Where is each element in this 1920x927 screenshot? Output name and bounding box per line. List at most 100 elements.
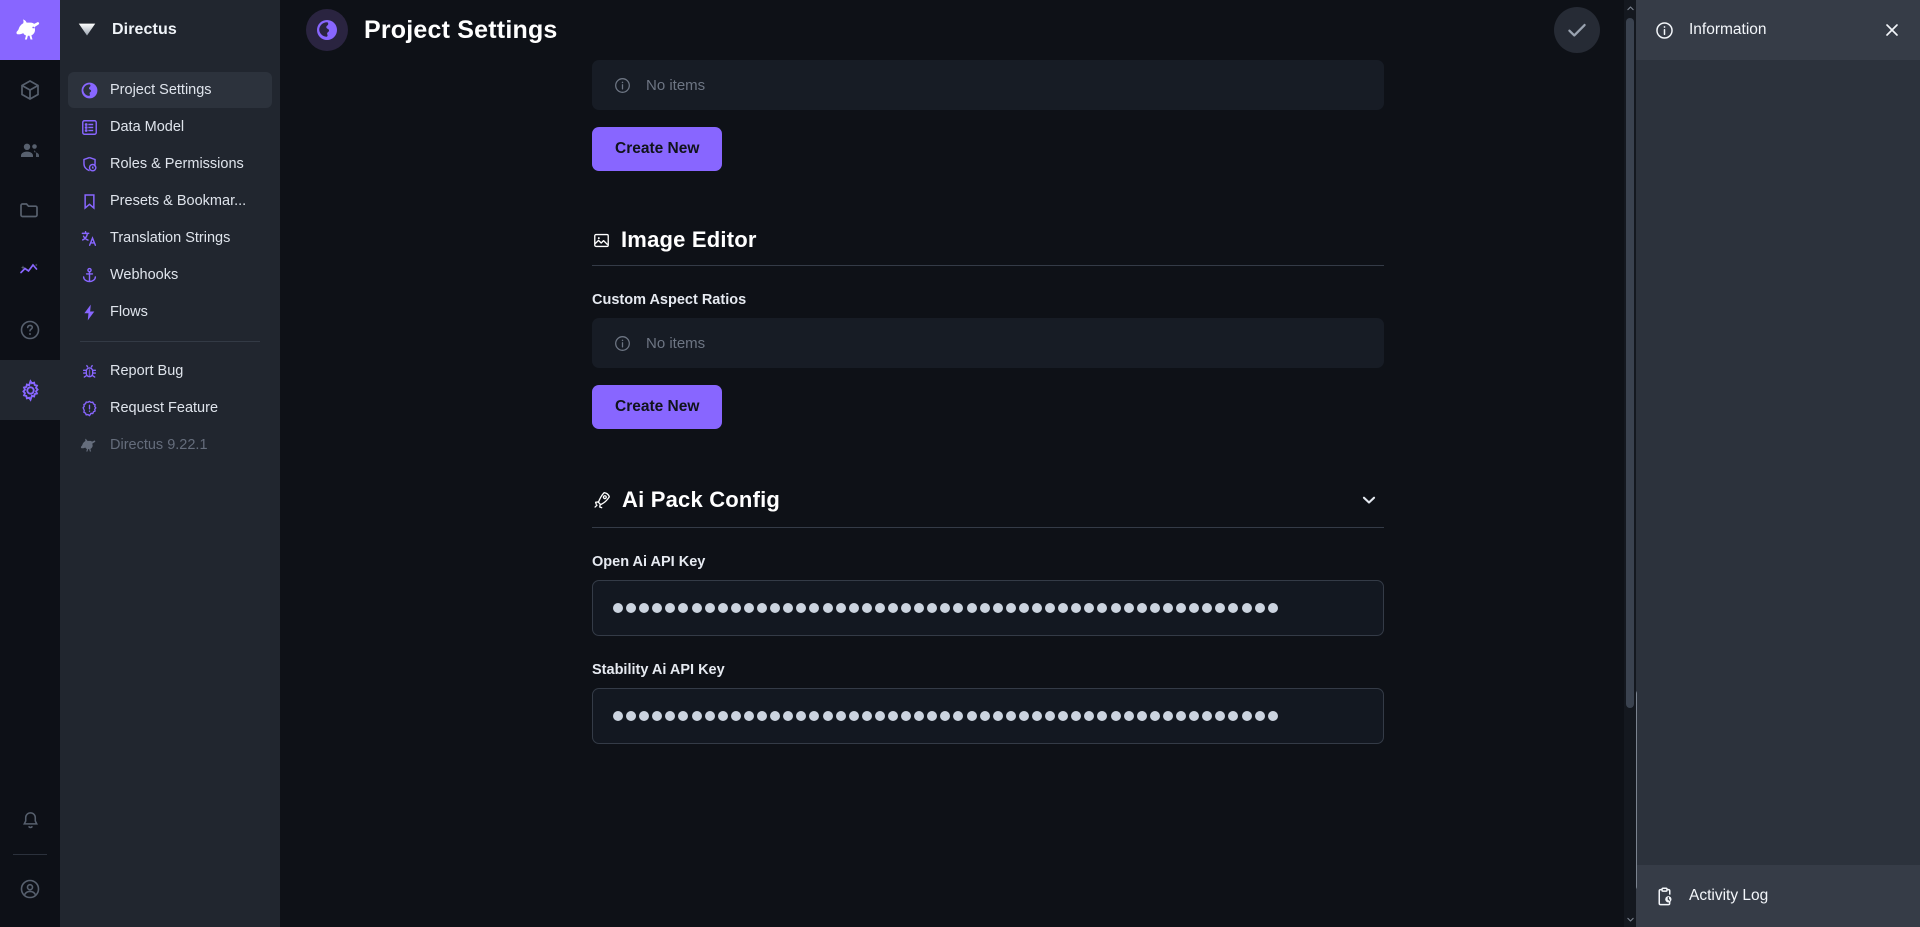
sidebar-item-project-settings[interactable]: Project Settings <box>68 72 272 108</box>
save-button[interactable] <box>1554 7 1600 53</box>
settings-form-scroll[interactable]: No items Create New Image Editor Custom … <box>280 60 1636 927</box>
mask-dot <box>783 603 794 613</box>
mask-dot <box>704 711 715 721</box>
globe-icon <box>317 20 337 40</box>
translate-icon <box>78 227 100 249</box>
sidebar-item-label: Roles & Permissions <box>110 156 244 172</box>
mask-dot <box>1176 603 1187 613</box>
mask-dot <box>1136 603 1147 613</box>
mask-dot <box>1241 711 1252 721</box>
sidebar-item-flows[interactable]: Flows <box>68 294 272 330</box>
create-new-button-aspect-ratios[interactable]: Create New <box>592 385 723 429</box>
mask-dot <box>1215 711 1226 721</box>
sidebar-item-translation-strings[interactable]: Translation Strings <box>68 220 272 256</box>
page-header: Project Settings <box>280 0 1636 60</box>
mask-dot <box>665 603 676 613</box>
directus-logo[interactable] <box>0 0 60 60</box>
mask-dot <box>966 711 977 721</box>
mask-dot <box>1189 711 1200 721</box>
mask-dot <box>822 711 833 721</box>
main-scrollbar[interactable] <box>1624 0 1636 927</box>
activity-log-label: Activity Log <box>1689 887 1769 904</box>
users-icon <box>21 143 39 157</box>
sidebar-item-request-feature[interactable]: Request Feature <box>68 390 272 426</box>
mask-dot <box>770 603 781 613</box>
mask-dot <box>940 711 951 721</box>
section-title-image-editor: Image Editor <box>621 227 757 252</box>
mask-dot <box>1032 711 1042 721</box>
sidebar-item-label: Webhooks <box>110 267 179 283</box>
module-item-settings[interactable] <box>0 360 60 420</box>
mask-dot <box>1110 603 1121 613</box>
sidebar-header[interactable]: Directus <box>60 0 280 60</box>
field-label-open-ai-api-key: Open Ai API Key <box>592 554 706 570</box>
main-scrollbar-thumb[interactable] <box>1626 18 1634 708</box>
masked-value <box>613 711 1278 721</box>
module-item-help[interactable] <box>0 300 60 360</box>
module-item-user-directory[interactable] <box>0 120 60 180</box>
account-circle-icon <box>20 879 40 899</box>
sidebar-divider <box>80 341 260 342</box>
section-header-ai-pack-config[interactable]: Ai Pack Config <box>592 485 1384 528</box>
module-item-insights[interactable] <box>0 240 60 300</box>
close-icon[interactable] <box>1882 20 1902 40</box>
mask-dot <box>626 603 637 613</box>
mask-dot <box>966 603 977 613</box>
sidebar-item-label: Directus 9.22.1 <box>110 437 208 453</box>
module-item-content[interactable] <box>0 60 60 120</box>
mask-dot <box>901 603 912 613</box>
sidebar-item-roles-permissions[interactable]: Roles & Permissions <box>68 146 272 182</box>
chevron-down-icon[interactable] <box>1354 485 1384 515</box>
sidebar-item-data-model[interactable]: Data Model <box>68 109 272 145</box>
mask-dot <box>1032 603 1042 613</box>
scroll-up-arrow-icon[interactable] <box>1625 2 1635 14</box>
mask-dot <box>953 603 964 613</box>
bolt-icon <box>78 301 100 323</box>
mask-dot <box>979 711 990 721</box>
sidebar-nav-list: Project Settings Data Model Roles & Perm… <box>60 60 280 463</box>
mask-dot <box>704 603 715 613</box>
module-item-user-menu[interactable] <box>0 859 60 919</box>
list-box-icon <box>78 116 100 138</box>
info-sidebar: Information Activity Log <box>1630 0 1920 927</box>
open-ai-api-key-input[interactable] <box>592 580 1384 636</box>
mask-dot <box>717 603 728 613</box>
mask-dot <box>613 603 623 613</box>
activity-log-item[interactable]: Activity Log <box>1636 865 1920 927</box>
sidebar-item-label: Translation Strings <box>110 230 231 246</box>
section-title-ai-pack-config: Ai Pack Config <box>622 487 781 512</box>
empty-state-text: No items <box>646 334 706 352</box>
sidebar-item-webhooks[interactable]: Webhooks <box>68 257 272 293</box>
mask-dot <box>743 603 754 613</box>
module-item-file-library[interactable] <box>0 180 60 240</box>
sidebar-item-presets-bookmarks[interactable]: Presets & Bookmar... <box>68 183 272 219</box>
info-sidebar-header: Information <box>1636 0 1920 60</box>
module-item-notifications[interactable] <box>0 790 60 850</box>
settings-form: No items Create New Image Editor Custom … <box>592 60 1384 804</box>
mask-dot <box>730 711 741 721</box>
empty-state-top: No items <box>592 60 1384 110</box>
directus-mark-icon <box>78 23 96 35</box>
mask-dot <box>1071 711 1082 721</box>
mask-dot <box>809 711 820 721</box>
mask-dot <box>992 711 1003 721</box>
info-circle-icon <box>612 75 632 95</box>
sidebar-item-label: Presets & Bookmar... <box>110 193 247 209</box>
create-new-button-top[interactable]: Create New <box>592 127 723 171</box>
mask-dot <box>874 603 885 613</box>
clipboard-clock-icon <box>1654 886 1675 907</box>
mask-dot <box>1228 603 1239 613</box>
mask-dot <box>1136 711 1147 721</box>
mask-dot <box>1254 711 1265 721</box>
stability-ai-api-key-input[interactable] <box>592 688 1384 744</box>
directus-rabbit-logo-icon <box>16 19 40 40</box>
mask-dot <box>1267 711 1278 721</box>
page-header-icon <box>306 9 348 51</box>
mask-dot <box>874 711 885 721</box>
mask-dot <box>1176 711 1187 721</box>
mask-dot <box>1071 603 1082 613</box>
scroll-down-arrow-icon[interactable] <box>1625 913 1635 925</box>
sidebar-item-report-bug[interactable]: Report Bug <box>68 353 272 389</box>
mask-dot <box>730 603 741 613</box>
mask-dot <box>1058 603 1069 613</box>
